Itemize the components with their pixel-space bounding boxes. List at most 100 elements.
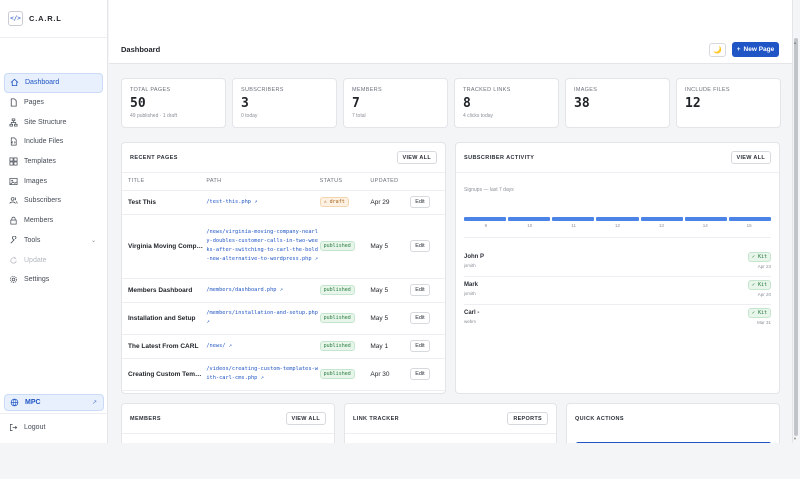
table-row[interactable]: Members Dashboard /members/dashboard.php… — [122, 278, 445, 303]
stat-value: 7 — [352, 96, 360, 111]
home-icon — [10, 78, 19, 87]
quick-action-button[interactable] — [576, 442, 771, 443]
page-title-cell[interactable]: Creating Custom Tem… — [122, 358, 207, 391]
logout-icon — [9, 423, 18, 432]
sidebar-item-label: Include Files — [24, 138, 64, 146]
lock-icon — [9, 216, 18, 225]
table-row[interactable]: Installation and Setup /members/installa… — [122, 302, 445, 335]
workspace-switcher[interactable]: MPC ↗ — [4, 394, 104, 411]
stat-value: 38 — [574, 96, 590, 111]
status-cell: published — [319, 302, 371, 335]
brand-name: C.A.R.L — [29, 14, 62, 23]
day-tick: 9 — [484, 223, 488, 228]
status-cell: published — [319, 278, 371, 303]
view-all-members-button[interactable]: VIEW ALL — [285, 412, 326, 425]
subscriber-row[interactable]: John P jsmith ✓ Kit Apr 23 — [464, 250, 771, 277]
edit-button[interactable]: Edit — [410, 312, 430, 324]
scroll-up-icon[interactable]: ▲ — [793, 40, 797, 45]
day-tick: 14 — [702, 223, 708, 228]
view-all-pages-button[interactable]: VIEW ALL — [396, 151, 437, 164]
logout-label: Logout — [24, 423, 46, 431]
sidebar-item-tools[interactable]: Tools ⌄ — [4, 231, 103, 251]
page-title-cell[interactable]: Members Dashboard — [122, 278, 207, 303]
stat-value: 50 — [130, 96, 146, 111]
table-row[interactable]: Test This /test-this.php ↗ ⚠ draft Apr 2… — [122, 190, 445, 215]
card-header: RECENT PAGES VIEW ALL — [122, 143, 445, 173]
table-row[interactable]: Virginia Moving Comp… /news/virginia-mov… — [122, 214, 445, 279]
subscriber-row[interactable]: Carl - webm ✓ Kit Mar 31 — [464, 306, 771, 333]
status-badge: published — [319, 313, 355, 323]
page-title-cell[interactable]: Test This — [122, 190, 207, 215]
stat-card-images[interactable]: IMAGES 38 — [565, 78, 670, 128]
page-path-link[interactable]: /members/installation-and-setup.php ↗ — [206, 302, 320, 335]
subscriber-name: Carl - — [464, 310, 480, 316]
sidebar-item-include-files[interactable]: Include Files — [4, 132, 103, 152]
brand[interactable]: </> C.A.R.L — [0, 0, 107, 38]
sidebar-item-site-structure[interactable]: Site Structure — [4, 112, 103, 132]
sidebar-item-templates[interactable]: Templates — [4, 152, 103, 172]
new-page-button[interactable]: + New Page — [732, 42, 779, 57]
scroll-down-icon[interactable]: ▼ — [793, 436, 797, 441]
signup-bar — [640, 217, 683, 221]
subscriber-email: jsmith — [464, 291, 476, 296]
stat-card-members[interactable]: MEMBERS 7 7 total — [343, 78, 448, 128]
column-header: UPDATED — [370, 173, 411, 191]
subscriber-row[interactable]: Mark jsmith ✓ Kit Apr 20 — [464, 278, 771, 305]
stat-card-tracked-links[interactable]: TRACKED LINKS 8 4 clicks today — [454, 78, 559, 128]
edit-button[interactable]: Edit — [410, 196, 430, 208]
sidebar-item-dashboard[interactable]: Dashboard — [4, 73, 103, 93]
page-path-link[interactable]: /members/dashboard.php ↗ — [206, 278, 320, 303]
status-badge: published — [319, 285, 355, 295]
quick-actions-card: QUICK ACTIONS — [566, 403, 780, 443]
sidebar-item-images[interactable]: Images — [4, 171, 103, 191]
edit-cell: Edit — [410, 190, 445, 215]
page-path-link[interactable]: /test-this.php ↗ — [206, 190, 320, 215]
stat-card-total-pages[interactable]: TOTAL PAGES 50 49 published · 1 draft — [121, 78, 226, 128]
stat-card-include-files[interactable]: INCLUDE FILES 12 — [676, 78, 781, 128]
table-row[interactable]: Creating Custom Tem… /videos/creating-cu… — [122, 358, 445, 391]
theme-toggle-button[interactable]: 🌙 — [709, 43, 726, 57]
stat-card-subscribers[interactable]: SUBSCRIBERS 3 0 today — [232, 78, 337, 128]
reports-button[interactable]: REPORTS — [507, 412, 548, 425]
link-tracker-card: LINK TRACKER REPORTS — [344, 403, 557, 443]
sitemap-icon — [9, 118, 18, 127]
page-title-cell[interactable]: Virginia Moving Comp… — [122, 214, 207, 279]
file-icon — [9, 98, 18, 107]
updated-cell: May 5 — [370, 302, 411, 335]
stat-sub: 4 clicks today — [463, 113, 494, 119]
layout-icon — [9, 157, 18, 166]
scrollbar-thumb[interactable] — [794, 38, 798, 436]
stat-value: 8 — [463, 96, 471, 111]
recent-pages-card: RECENT PAGES VIEW ALL TITLE PATH STATUS … — [121, 142, 446, 394]
sidebar-item-label: Images — [24, 177, 47, 185]
refresh-icon — [9, 256, 18, 265]
edit-button[interactable]: Edit — [410, 340, 430, 352]
page-title: Dashboard — [121, 45, 161, 54]
view-all-subscribers-button[interactable]: VIEW ALL — [730, 151, 771, 164]
page-title-cell[interactable]: Installation and Setup — [122, 302, 207, 335]
edit-button[interactable]: Edit — [410, 368, 430, 380]
sidebar-item-settings[interactable]: Settings — [4, 270, 103, 290]
sidebar-item-members[interactable]: Members — [4, 211, 103, 231]
page-path-link[interactable]: /news/virginia-moving-company-nearly-dou… — [206, 214, 320, 279]
edit-button[interactable]: Edit — [410, 240, 430, 252]
page-path-link[interactable]: /news/ ↗ — [206, 334, 320, 359]
stat-label: TOTAL PAGES — [130, 87, 171, 93]
signup-bar — [684, 217, 727, 221]
edit-button[interactable]: Edit — [410, 284, 430, 296]
table-row[interactable]: The Latest From CARL /news/ ↗ published … — [122, 334, 445, 359]
plus-icon: + — [736, 46, 741, 53]
divider — [464, 237, 771, 238]
sidebar-item-subscribers[interactable]: Subscribers — [4, 191, 103, 211]
sidebar-item-update[interactable]: Update — [4, 250, 103, 270]
page-title-cell[interactable]: The Latest From CARL — [122, 334, 207, 359]
page-path-link[interactable]: /videos/creating-custom-templates-with-c… — [206, 358, 320, 391]
subscriber-email: webm — [464, 319, 477, 324]
status-badge: published — [319, 241, 355, 251]
stat-value: 3 — [241, 96, 249, 111]
globe-icon — [10, 398, 19, 407]
logout-button[interactable]: Logout — [4, 418, 104, 435]
status-cell: published — [319, 358, 371, 391]
sidebar-item-pages[interactable]: Pages — [4, 93, 103, 113]
stat-label: MEMBERS — [352, 87, 382, 93]
